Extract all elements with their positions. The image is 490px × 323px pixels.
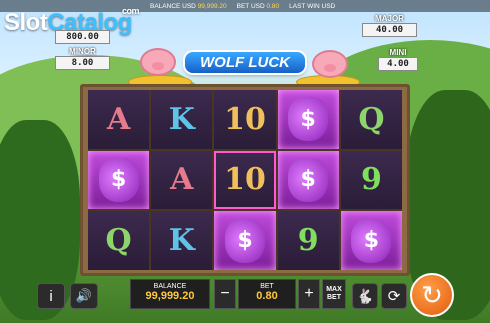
bet-display-value: 0.80 [256,290,278,302]
sound-button[interactable]: 🔊 [70,283,98,309]
major-jackpot-value: 40.00 [362,23,417,37]
money-bag-symbol: $ [277,90,339,149]
piggy-bank-icon [140,48,176,76]
info-button[interactable]: i [37,283,65,309]
bet-label: BET USD 0.80 [236,2,280,10]
game-stage: BALANCE USD 99,999.20 BET USD 0.80 LAST … [0,0,490,323]
money-bag-symbol: $ [340,211,402,270]
bet-increase-button[interactable]: + [298,279,320,309]
piggy-bank-icon [312,50,348,78]
major-jackpot: MAJOR 40.00 [362,14,417,37]
balance-display: BALANCE 99,999.20 [130,279,210,309]
bet-display: BET 0.80 [238,279,296,309]
symbol-k: K [151,90,213,149]
mini-jackpot-value: 4.00 [378,57,418,71]
symbol-a: A [151,150,213,210]
symbol-10: 10 [214,90,276,149]
minor-jackpot-label: MINOR [69,47,96,56]
symbol-9: 9 [277,211,339,270]
symbol-q: Q [88,211,150,270]
game-title: WOLF LUCK [185,52,305,73]
grand-jackpot-value: 800.00 [55,30,110,44]
reel-grid: A K 10 $ Q $ A 10 $9 Q K $9 $ [88,90,402,270]
money-bag-icon: $ [98,157,139,202]
money-bag-symbol: $ [277,150,339,210]
symbol-k: K [151,211,213,270]
balance-display-label: BALANCE [153,283,187,290]
spin-button[interactable]: ↻ [410,273,454,317]
symbol-a: A [88,90,150,149]
money-bag-icon: $ [224,218,265,263]
money-bag-icon: $ [288,97,329,142]
bet-decrease-button[interactable]: − [214,279,236,309]
autoplay-icon[interactable]: ⟳ [381,283,407,309]
symbol-9: 9 [340,150,402,210]
symbol-10: 10 [214,150,276,210]
grand-jackpot: 800.00 [55,30,110,44]
money-bag-icon: $ [288,157,329,202]
bet-display-label: BET [260,283,274,290]
balance-label: BALANCE USD 99,999.20 [150,2,227,10]
balance-display-value: 99,999.20 [145,290,195,302]
mini-jackpot: MINI 4.00 [378,48,418,71]
last-win-label: LAST WIN USD [289,2,336,10]
max-bet-button[interactable]: MAX BET [322,279,346,309]
turbo-rabbit-icon[interactable]: 🐇 [352,283,378,309]
mini-jackpot-label: MINI [389,48,407,57]
money-bag-symbol: $ [88,150,150,210]
minor-jackpot-value: 8.00 [55,56,110,70]
money-bag-symbol: $ [214,211,276,270]
symbol-q: Q [340,90,402,149]
money-bag-icon: $ [351,218,392,263]
minor-jackpot: MINOR 8.00 [55,47,110,70]
major-jackpot-label: MAJOR [375,14,404,23]
